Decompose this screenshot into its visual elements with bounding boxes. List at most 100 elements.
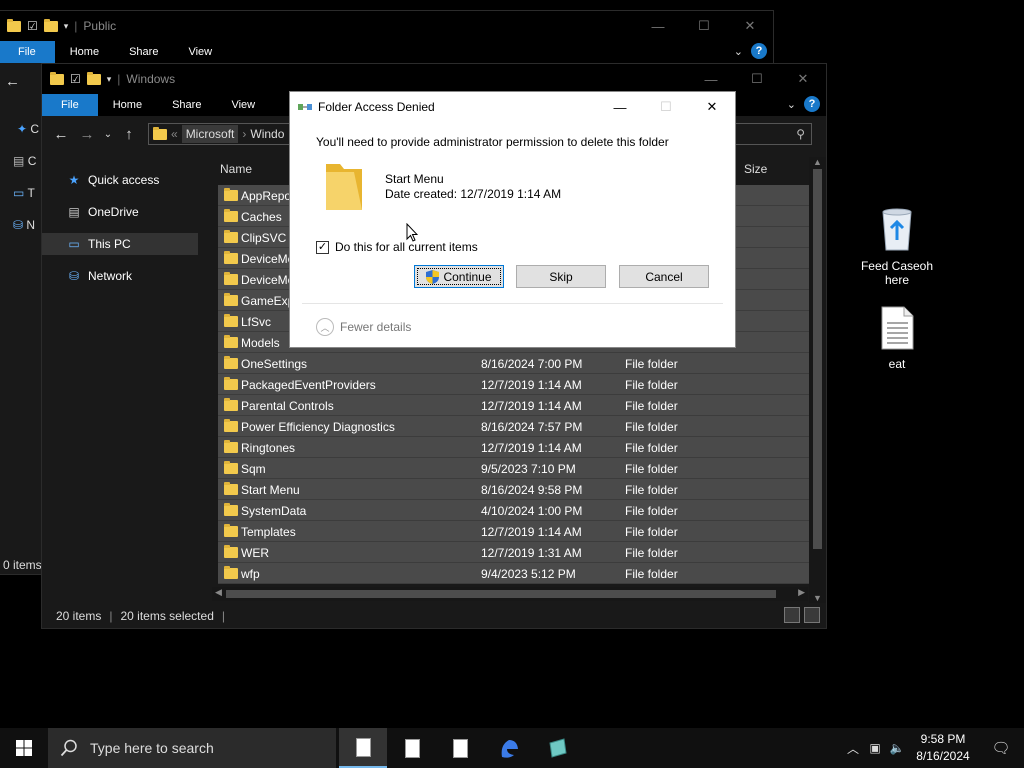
- folder-icon: [224, 209, 238, 222]
- taskbar-app-notepad[interactable]: [339, 728, 387, 768]
- tab-share[interactable]: Share: [114, 41, 173, 63]
- table-row[interactable]: wfp 9/4/2023 5:12 PM File folder: [218, 563, 810, 584]
- desktop-icon-eat[interactable]: eat: [857, 306, 937, 371]
- chevron-down-icon[interactable]: ▾: [107, 74, 112, 85]
- horizontal-scrollbar[interactable]: ◀ ▶: [212, 587, 808, 601]
- maximize-button[interactable]: ☐: [734, 64, 780, 94]
- properties-icon[interactable]: ☑: [27, 19, 38, 33]
- scroll-down-icon[interactable]: ▼: [809, 593, 826, 603]
- nav-item-quick-access[interactable]: ★ Quick access: [42, 169, 198, 191]
- taskbar-app-notepad-3[interactable]: [436, 728, 484, 768]
- search-icon: ⚲: [796, 127, 805, 141]
- folder-icon: [224, 335, 238, 348]
- network-icon: ⛁: [13, 218, 24, 232]
- large-icons-view-icon[interactable]: [804, 607, 820, 623]
- minimize-button[interactable]: —: [688, 64, 734, 94]
- table-row[interactable]: Parental Controls 12/7/2019 1:14 AM File f…: [218, 395, 810, 416]
- breadcrumb-microsoft[interactable]: Microsoft: [181, 125, 239, 143]
- table-row[interactable]: PackagedEventProviders 12/7/2019 1:14 AM F…: [218, 374, 810, 395]
- desktop-icon-label: Feed Caseoh here: [860, 259, 934, 287]
- back-arrow-icon[interactable]: ←: [48, 126, 74, 143]
- minimize-button[interactable]: —: [597, 92, 643, 122]
- tab-home[interactable]: Home: [98, 94, 157, 116]
- address-bar[interactable]: « Microsoft › Windo: [148, 123, 292, 145]
- nav-item-onedrive[interactable]: ▤ OneDrive: [42, 201, 198, 223]
- folder-date-created: Date created: 12/7/2019 1:14 AM: [385, 187, 562, 201]
- volume-muted-icon[interactable]: 🔈: [886, 741, 908, 755]
- nav-item-network[interactable]: ⛁ N: [13, 218, 35, 232]
- continue-button[interactable]: Continue: [414, 265, 504, 288]
- table-row[interactable]: WER 12/7/2019 1:31 AM File folder: [218, 542, 810, 563]
- taskbar-app-explorer[interactable]: [534, 728, 582, 768]
- column-header-size[interactable]: Size: [744, 162, 767, 176]
- scroll-thumb[interactable]: [226, 590, 776, 598]
- nav-item-onedrive[interactable]: ▤ C: [13, 154, 36, 168]
- close-button[interactable]: ✕: [727, 11, 773, 41]
- table-row[interactable]: Ringtones 12/7/2019 1:14 AM File folder: [218, 437, 810, 458]
- taskbar-app-notepad-2[interactable]: [388, 728, 436, 768]
- breadcrumb-overflow[interactable]: «: [171, 127, 178, 141]
- chevron-up-icon[interactable]: ︿: [842, 740, 864, 757]
- taskbar-app-edge[interactable]: [485, 728, 533, 768]
- breadcrumb-windows[interactable]: Windo: [250, 127, 284, 141]
- checkbox-checked-icon[interactable]: ✓: [316, 240, 329, 254]
- scroll-thumb[interactable]: [813, 169, 822, 549]
- row-name: AppRepo: [241, 189, 292, 203]
- nav-item-this-pc[interactable]: ▭ This PC: [42, 233, 198, 255]
- minimize-button[interactable]: —: [635, 11, 681, 41]
- new-folder-icon[interactable]: [86, 71, 101, 85]
- dialog-title: Folder Access Denied: [318, 100, 435, 114]
- title-bar: ☑ ▾ | Public — ☐ ✕: [0, 11, 773, 41]
- help-icon[interactable]: ?: [804, 96, 820, 112]
- desktop-icon-recycle-bin[interactable]: Feed Caseoh here: [857, 206, 937, 287]
- table-row[interactable]: Power Efficiency Diagnostics 8/16/2024 7:…: [218, 416, 810, 437]
- start-button[interactable]: [0, 728, 48, 768]
- up-arrow-icon[interactable]: ↑: [116, 126, 142, 143]
- tab-home[interactable]: Home: [55, 41, 114, 63]
- folder-icon: [224, 482, 238, 495]
- skip-button[interactable]: Skip: [516, 265, 606, 288]
- table-row[interactable]: Sqm 9/5/2023 7:10 PM File folder: [218, 458, 810, 479]
- row-date-modified: 8/16/2024 7:00 PM: [481, 357, 583, 371]
- tab-view[interactable]: View: [216, 94, 270, 116]
- nav-item-this-pc[interactable]: ▭ T: [13, 186, 35, 200]
- folder-icon: [224, 545, 238, 558]
- fewer-details-toggle[interactable]: ︿ Fewer details: [316, 318, 411, 336]
- details-view-icon[interactable]: [784, 607, 800, 623]
- taskbar-search-input[interactable]: Type here to search: [48, 728, 336, 768]
- tab-file[interactable]: File: [42, 94, 98, 116]
- chevron-up-icon: ︿: [316, 318, 334, 336]
- tab-view[interactable]: View: [173, 41, 227, 63]
- vertical-scrollbar[interactable]: ▲ ▼: [809, 157, 826, 603]
- apply-to-all-checkbox[interactable]: ✓ Do this for all current items: [316, 240, 478, 254]
- search-input[interactable]: ⚲: [732, 123, 812, 145]
- nav-item-network[interactable]: ⛁ Network: [42, 265, 198, 287]
- table-row[interactable]: Templates 12/7/2019 1:14 AM File folder: [218, 521, 810, 542]
- table-row[interactable]: Start Menu 8/16/2024 9:58 PM File folder: [218, 479, 810, 500]
- clock[interactable]: 9:58 PM 8/16/2024: [908, 731, 978, 765]
- new-folder-icon[interactable]: [43, 18, 58, 32]
- scroll-left-icon[interactable]: ◀: [215, 587, 222, 598]
- back-arrow-icon[interactable]: ←: [5, 73, 20, 90]
- help-icon[interactable]: ?: [751, 43, 767, 59]
- cancel-button[interactable]: Cancel: [619, 265, 709, 288]
- scroll-right-icon[interactable]: ▶: [798, 587, 805, 598]
- nav-item-quick-access[interactable]: ✦ C: [17, 122, 39, 136]
- chevron-down-icon[interactable]: ⌄: [734, 45, 743, 58]
- network-icon[interactable]: ▣: [864, 741, 886, 755]
- properties-icon[interactable]: ☑: [70, 72, 81, 86]
- scroll-up-icon[interactable]: ▲: [809, 157, 826, 167]
- column-header-name[interactable]: Name: [220, 162, 252, 176]
- table-row[interactable]: SystemData 4/10/2024 1:00 PM File folder: [218, 500, 810, 521]
- recent-locations-icon[interactable]: ⌄: [100, 129, 116, 140]
- maximize-button[interactable]: ☐: [681, 11, 727, 41]
- chevron-down-icon[interactable]: ▾: [64, 21, 69, 32]
- notification-icon[interactable]: 🗨: [978, 739, 1024, 757]
- close-button[interactable]: ✕: [689, 92, 735, 122]
- table-row[interactable]: OneSettings 8/16/2024 7:00 PM File folder: [218, 353, 810, 374]
- tab-share[interactable]: Share: [157, 94, 216, 116]
- close-button[interactable]: ✕: [780, 64, 826, 94]
- chevron-down-icon[interactable]: ⌄: [787, 98, 796, 111]
- forward-arrow-icon[interactable]: →: [74, 126, 100, 143]
- tab-file[interactable]: File: [0, 41, 55, 63]
